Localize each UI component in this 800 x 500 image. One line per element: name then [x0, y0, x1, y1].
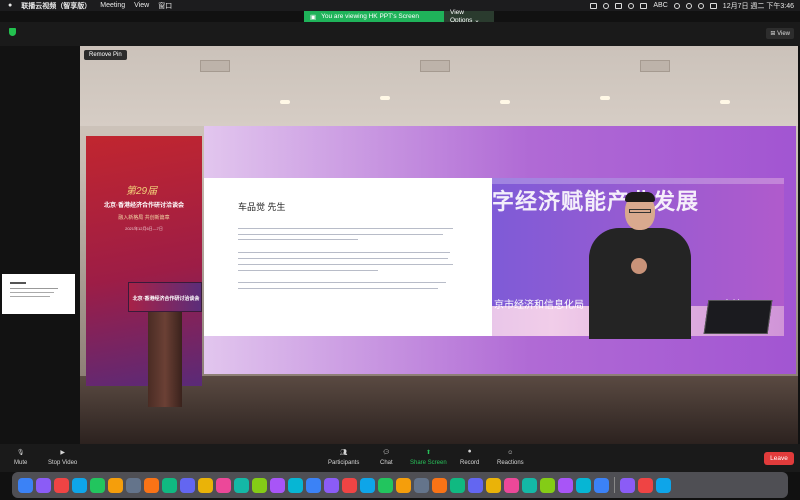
- meeting-toolbar: 🎙︎ Mute ▶ Stop Video 👥︎ Participants 💬︎ …: [0, 444, 800, 472]
- app-store-icon[interactable]: [396, 477, 411, 493]
- pages-icon[interactable]: [306, 477, 321, 493]
- reactions-button[interactable]: ☺ Reactions: [497, 448, 524, 467]
- siri-icon[interactable]: [36, 477, 51, 493]
- share-screen-button[interactable]: ⬆ Share Screen: [410, 448, 447, 466]
- share-message-text: You are viewing HK PPT's Screen: [321, 13, 419, 20]
- chrome-icon[interactable]: [216, 477, 231, 493]
- calendar-icon[interactable]: [144, 477, 159, 493]
- zoom-status-icon[interactable]: [628, 2, 635, 9]
- terminal-icon[interactable]: [468, 477, 483, 493]
- remove-pin-button[interactable]: Remove Pin: [84, 50, 127, 60]
- keynote-icon[interactable]: [270, 477, 285, 493]
- projection-screen: 字经济赋能产业发展 京市经济和信息化局 支持 车品觉 先生: [204, 126, 796, 374]
- mail-icon[interactable]: [90, 477, 105, 493]
- music-icon[interactable]: [324, 477, 339, 493]
- ceiling: [80, 46, 798, 126]
- banner-date: 2021年12月6日—7日: [125, 226, 163, 231]
- menu-bar: ● 联播云视频（智享版） Meeting View 窗口 ABC 12月7日 週…: [0, 0, 800, 11]
- premiere-icon[interactable]: [558, 477, 573, 493]
- acrobat-icon[interactable]: [450, 477, 465, 493]
- display-icon[interactable]: [615, 2, 623, 9]
- banner-title: 北京·香港经济合作研讨洽谈会: [104, 203, 184, 209]
- screenshot-icon[interactable]: [486, 477, 501, 493]
- reactions-icon: ☺: [507, 449, 514, 456]
- speaker-bio-panel: 车品觉 先生: [204, 178, 492, 336]
- search-icon[interactable]: [697, 2, 704, 9]
- folder-icon[interactable]: [620, 477, 635, 493]
- video-camera-icon: ▶: [60, 450, 65, 456]
- leave-button[interactable]: Leave: [764, 452, 794, 465]
- system-preferences-icon[interactable]: [414, 477, 429, 493]
- numbers-icon[interactable]: [288, 477, 303, 493]
- preview-icon[interactable]: [126, 477, 141, 493]
- presentation-slide: 字经济赋能产业发展 京市经济和信息化局 支持 车品觉 先生: [204, 178, 784, 336]
- participants-button[interactable]: 👥︎ Participants: [328, 448, 359, 466]
- view-options-button[interactable]: View Options ⌄: [444, 9, 494, 24]
- bluetooth-icon[interactable]: [673, 2, 680, 9]
- shared-screen-thumbnail[interactable]: [2, 274, 75, 314]
- speaker-name: 车品觉 先生: [238, 202, 286, 212]
- slide-bureau: 京市经济和信息化局: [494, 300, 584, 311]
- view-button[interactable]: ⊞ View: [766, 28, 794, 39]
- podcasts-icon[interactable]: [342, 477, 357, 493]
- laptop: [703, 300, 773, 334]
- input-method[interactable]: ABC: [653, 2, 667, 9]
- podium-board: 北京·香港经济合作研讨洽谈会: [128, 282, 202, 312]
- control-center-icon[interactable]: [709, 2, 717, 9]
- record-icon: ⏺: [468, 449, 472, 455]
- facetime-icon[interactable]: [252, 477, 267, 493]
- mute-button[interactable]: 🎙︎ Mute: [14, 448, 27, 466]
- share-screen-icon: ⬆: [425, 450, 431, 456]
- menu-meeting[interactable]: Meeting: [100, 2, 125, 9]
- keyboard-icon[interactable]: [638, 477, 653, 493]
- trash-icon[interactable]: [656, 477, 671, 493]
- dock: [12, 472, 788, 498]
- speaker-figure: [585, 192, 695, 339]
- participant-strip: [0, 46, 80, 444]
- after-effects-icon[interactable]: [576, 477, 591, 493]
- contacts-icon[interactable]: [162, 477, 177, 493]
- screen-record-icon[interactable]: [590, 2, 598, 9]
- apple-menu-icon[interactable]: ●: [8, 2, 12, 9]
- vlc-icon[interactable]: [432, 477, 447, 493]
- screen-share-banner: ▣ You are viewing HK PPT's Screen View O…: [304, 9, 494, 24]
- activity-monitor-icon[interactable]: [522, 477, 537, 493]
- safari-icon[interactable]: [72, 477, 87, 493]
- tv-icon[interactable]: [360, 477, 375, 493]
- podium: 北京·香港经济合作研讨洽谈会: [128, 282, 202, 407]
- launchpad-icon[interactable]: [54, 477, 69, 493]
- share-status-icon: ▣: [310, 13, 317, 21]
- quicktime-icon[interactable]: [504, 477, 519, 493]
- stop-video-button[interactable]: ▶ Stop Video: [48, 448, 77, 466]
- app-name-menu[interactable]: 联播云视频（智享版）: [21, 1, 91, 11]
- finder-icon[interactable]: [18, 477, 33, 493]
- share-message: ▣ You are viewing HK PPT's Screen: [304, 11, 444, 22]
- wifi-icon[interactable]: [685, 2, 692, 9]
- help-icon[interactable]: [540, 477, 555, 493]
- main-video[interactable]: 第29届 北京·香港经济合作研讨洽谈会 融入新格局 共创新篇章 2021年12月…: [80, 46, 798, 444]
- photos-icon[interactable]: [108, 477, 123, 493]
- unicom-icon[interactable]: [594, 477, 609, 493]
- status-icon[interactable]: [603, 2, 610, 9]
- microphone-icon: 🎙︎: [16, 450, 25, 456]
- shield-icon[interactable]: [9, 28, 16, 36]
- banner-number: 第29届: [126, 186, 158, 197]
- battery-icon[interactable]: [640, 2, 648, 9]
- menu-view[interactable]: View: [134, 2, 149, 9]
- messages-icon[interactable]: [234, 477, 249, 493]
- record-button[interactable]: ⏺ Record: [460, 448, 479, 466]
- chat-icon: 💬︎: [382, 450, 391, 456]
- clock[interactable]: 12月7日 週二 下午3:46: [723, 1, 794, 11]
- news-icon[interactable]: [378, 477, 393, 493]
- notes-icon[interactable]: [198, 477, 213, 493]
- participants-icon: 👥︎: [339, 450, 348, 456]
- chat-button[interactable]: 💬︎ Chat: [380, 448, 393, 466]
- menu-window[interactable]: 窗口: [158, 1, 172, 11]
- dock-separator: [614, 477, 615, 493]
- reminders-icon[interactable]: [180, 477, 195, 493]
- meeting-top-bar: ⊞ View: [0, 22, 800, 46]
- podium-text: 北京·香港经济合作研讨洽谈会: [132, 296, 200, 302]
- banner-subtitle: 融入新格局 共创新篇章: [118, 215, 170, 221]
